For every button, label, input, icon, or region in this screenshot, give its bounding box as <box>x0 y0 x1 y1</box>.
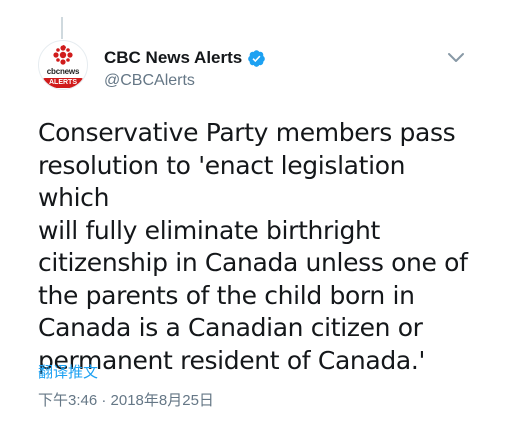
account-handle[interactable]: @CBCAlerts <box>104 72 195 90</box>
avatar-alerts-badge: ALERTS <box>43 78 83 88</box>
verified-badge-icon <box>247 49 266 68</box>
thread-connector-line <box>61 17 63 39</box>
translate-tweet-link[interactable]: 翻译推文 <box>38 361 98 382</box>
display-name[interactable]: CBC News Alerts <box>104 48 242 68</box>
avatar-wordmark: cbcnews <box>46 67 80 76</box>
chevron-down-icon[interactable] <box>447 52 465 64</box>
tweet-card: cbcnews ALERTS CBC News Alerts @CBCAlert… <box>0 0 509 421</box>
tweet-timestamp[interactable]: 下午3:46 · 2018年8月25日 <box>38 389 214 410</box>
tweet-text: Conservative Party members pass resoluti… <box>38 118 468 375</box>
avatar[interactable]: cbcnews ALERTS <box>38 40 88 90</box>
author-name-row[interactable]: CBC News Alerts <box>104 47 266 69</box>
